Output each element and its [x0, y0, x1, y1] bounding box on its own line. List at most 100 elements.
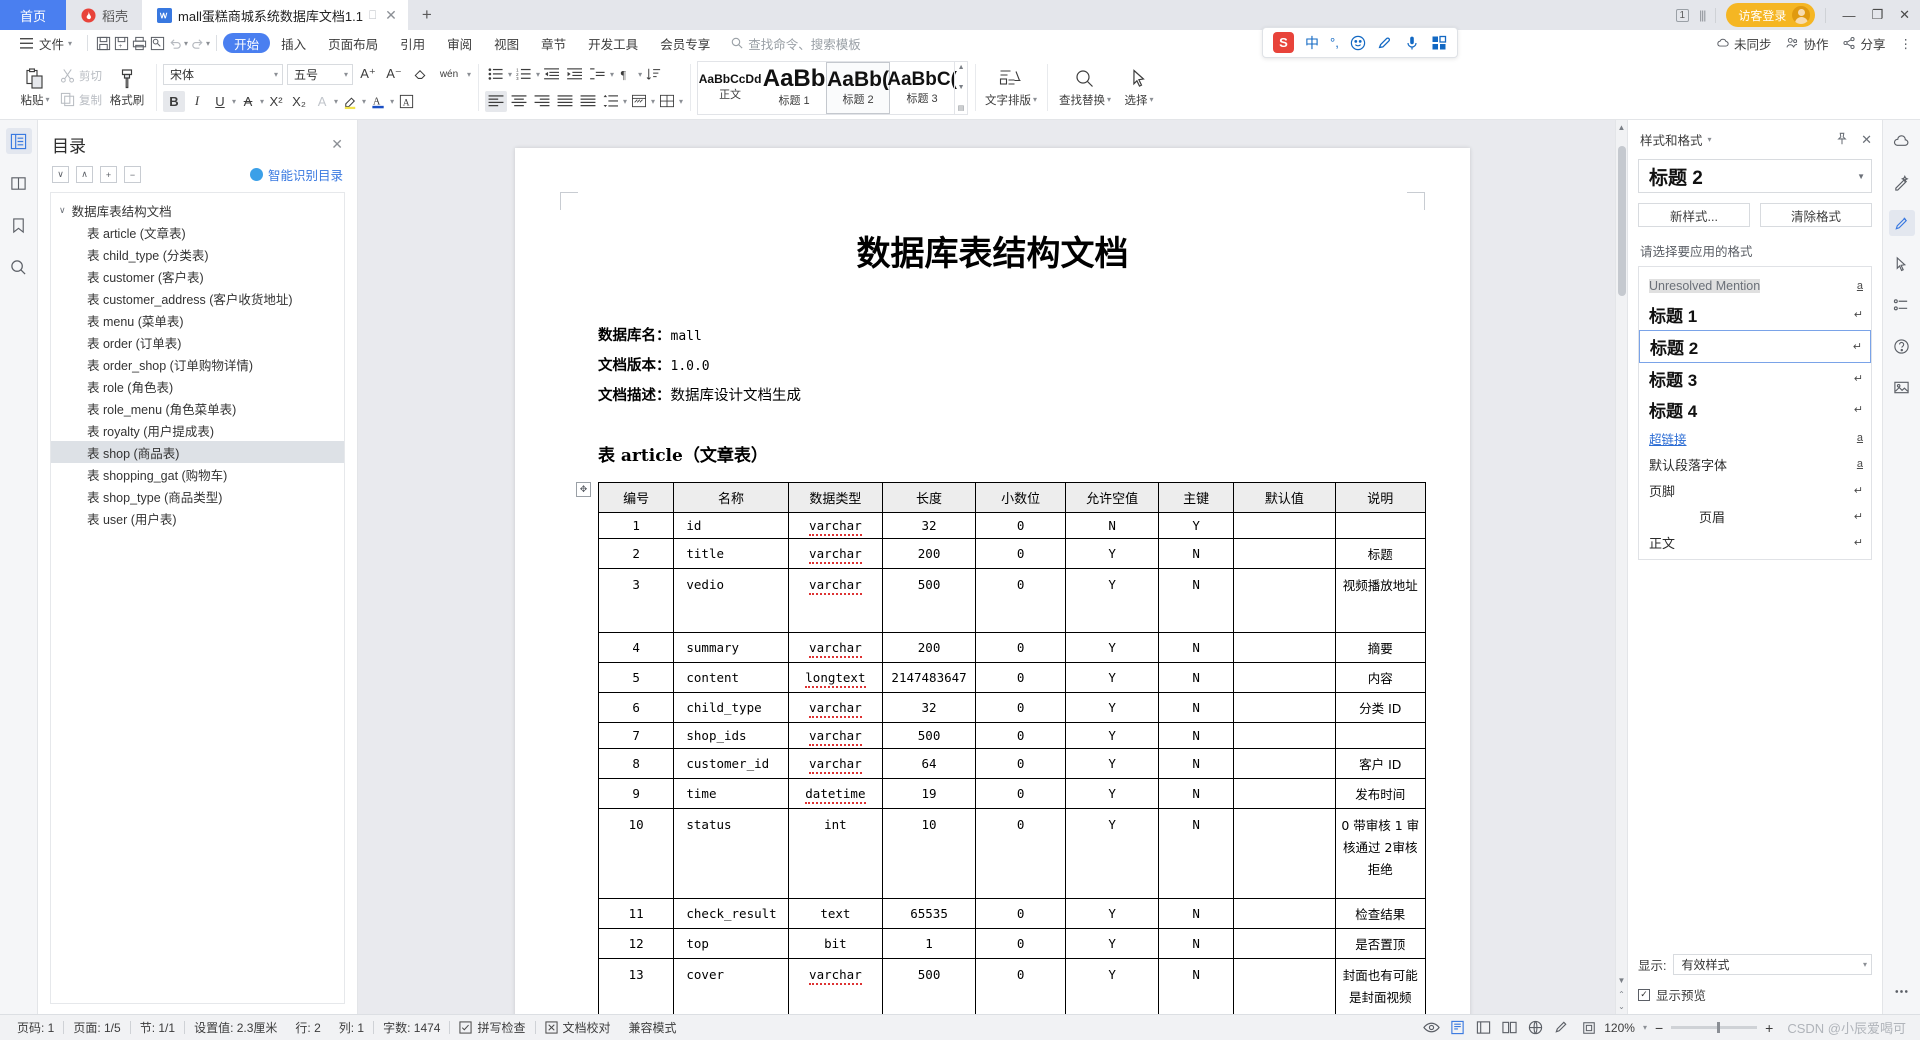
- paste-button[interactable]: 粘贴 ▾: [13, 60, 57, 116]
- sync-status-button[interactable]: 未同步: [1716, 34, 1771, 53]
- table-row[interactable]: 4 summary varchar 200 0 Y N 摘要: [597, 632, 1426, 663]
- chevron-down-icon[interactable]: ▾: [334, 97, 338, 106]
- multilevel-list-button[interactable]: [587, 64, 609, 85]
- search-icon[interactable]: [6, 254, 32, 280]
- subscript-button[interactable]: X₂: [288, 91, 310, 112]
- home-tab[interactable]: 首页: [0, 0, 66, 30]
- chevron-down-icon[interactable]: ▾: [508, 70, 512, 79]
- status-proofread[interactable]: 文档校对: [536, 1019, 620, 1036]
- zoom-in-button[interactable]: +: [1765, 1020, 1773, 1036]
- expand-plus-icon[interactable]: +: [100, 166, 117, 183]
- outline-item[interactable]: 表 article (文章表): [51, 221, 344, 243]
- style-item-heading1[interactable]: AaBb 标题 1: [762, 62, 826, 114]
- line-spacing-button[interactable]: [600, 91, 622, 112]
- tab-page-layout[interactable]: 页面布局: [317, 33, 389, 53]
- scroll-up-icon[interactable]: ▲: [958, 64, 965, 71]
- clear-format-icon[interactable]: [409, 64, 431, 85]
- outline-item-selected[interactable]: 表 shop (商品表): [51, 441, 344, 463]
- redo-icon[interactable]: [188, 34, 206, 52]
- tab-review[interactable]: 审阅: [436, 33, 483, 53]
- outline-item[interactable]: 表 user (用户表): [51, 507, 344, 529]
- format-painter-button[interactable]: 格式刷: [105, 60, 149, 116]
- tab-insert[interactable]: 插入: [270, 33, 317, 53]
- outline-item[interactable]: 表 shop_type (商品类型): [51, 485, 344, 507]
- save-icon[interactable]: [94, 34, 112, 52]
- zoom-fit-icon[interactable]: [1582, 1021, 1596, 1035]
- bullet-list-button[interactable]: [485, 64, 507, 85]
- collapse-minus-icon[interactable]: −: [124, 166, 141, 183]
- find-replace-button[interactable]: 查找替换 ▾: [1054, 60, 1116, 116]
- style-item-heading3[interactable]: AaBbC( 标题 3: [887, 62, 957, 114]
- underline-button[interactable]: U: [209, 91, 231, 112]
- style-list-item-heading3[interactable]: 标题 3 ↵: [1639, 363, 1871, 394]
- new-style-button[interactable]: 新样式...: [1638, 203, 1750, 227]
- chevron-down-icon[interactable]: ▾: [467, 70, 471, 79]
- punctuation-icon[interactable]: °,: [1330, 35, 1339, 50]
- status-page-count[interactable]: 页面: 1/5: [64, 1019, 129, 1036]
- list-view-icon[interactable]: [1470, 1020, 1496, 1035]
- text-typeset-button[interactable]: 文字排版 ▾: [982, 60, 1040, 116]
- decrease-indent-button[interactable]: [541, 64, 563, 85]
- database-schema-table[interactable]: 编号 名称 数据类型 长度 小数位 允许空值 主键 默认值 说明 1 id va…: [597, 482, 1426, 1014]
- outline-item[interactable]: 表 customer (客户表): [51, 265, 344, 287]
- minimize-button[interactable]: —: [1842, 8, 1855, 23]
- table-row[interactable]: 1 id varchar 32 0 N Y: [597, 512, 1426, 539]
- document-vertical-scrollbar[interactable]: ▲ ▼ ⌃ ⌄: [1615, 120, 1627, 1014]
- style-list-item-header[interactable]: 页眉 ↵: [1639, 503, 1871, 529]
- styles-list[interactable]: Unresolved Mention a 标题 1 ↵ 标题 2 ↵ 标题 3 …: [1638, 266, 1872, 560]
- table-row[interactable]: 3 vedio varchar 500 0 Y N 视频播放地址: [597, 568, 1426, 633]
- chevron-down-icon[interactable]: ▾: [260, 97, 264, 106]
- table-row[interactable]: 13 cover varchar 500 0 Y N 封面也有可能是封面视频: [597, 958, 1426, 1014]
- style-gallery-scroll[interactable]: ▲ ▼ ▤: [954, 61, 967, 114]
- collaborate-button[interactable]: 协作: [1785, 34, 1828, 53]
- style-item-heading2[interactable]: AaBb( 标题 2: [826, 61, 891, 114]
- status-setting-value[interactable]: 设置值: 2.3厘米: [185, 1019, 286, 1036]
- zoom-control[interactable]: 120% ▾ − +: [1574, 1020, 1781, 1036]
- status-page-number[interactable]: 页码: 1: [8, 1019, 63, 1036]
- outline-item[interactable]: 表 shopping_gat (购物车): [51, 463, 344, 485]
- zoom-out-button[interactable]: −: [1655, 1020, 1663, 1036]
- increase-indent-button[interactable]: [564, 64, 586, 85]
- table-row[interactable]: 12 top bit 1 0 Y N 是否置顶: [597, 928, 1426, 959]
- cloud-icon[interactable]: [1889, 128, 1915, 154]
- ime-mode-button[interactable]: 中: [1305, 33, 1319, 53]
- tab-docer[interactable]: 稻壳: [66, 0, 142, 30]
- outline-item[interactable]: 表 role_menu (角色菜单表): [51, 397, 344, 419]
- superscript-button[interactable]: X²: [265, 91, 287, 112]
- tab-member[interactable]: 会员专享: [649, 33, 721, 53]
- chevron-down-icon[interactable]: ▾: [1643, 1023, 1647, 1032]
- font-family-select[interactable]: 宋体 ▾: [163, 63, 283, 85]
- character-shading-button[interactable]: A: [395, 91, 417, 112]
- close-icon[interactable]: ✕: [331, 136, 343, 153]
- outline-panel-icon[interactable]: [5, 128, 32, 154]
- file-menu-button[interactable]: 文件 ▾: [8, 32, 81, 54]
- ink-icon[interactable]: [1377, 35, 1393, 51]
- sort-button[interactable]: [643, 64, 665, 85]
- style-item-body[interactable]: AaBbCcDd 正文: [698, 62, 762, 114]
- chevron-down-icon[interactable]: ▾: [1708, 135, 1712, 144]
- shading-button[interactable]: [628, 91, 650, 112]
- table-move-handle[interactable]: ✥: [576, 482, 591, 497]
- table-row[interactable]: 8 customer_id varchar 64 0 Y N 客户 ID: [597, 748, 1426, 779]
- table-row[interactable]: 9 time datetime 19 0 Y N 发布时间: [597, 778, 1426, 809]
- page-view-icon[interactable]: [1444, 1020, 1470, 1035]
- outline-item[interactable]: 表 order_shop (订单购物详情): [51, 353, 344, 375]
- italic-button[interactable]: I: [186, 91, 208, 112]
- outline-item[interactable]: 表 child_type (分类表): [51, 243, 344, 265]
- outline-item[interactable]: 表 royalty (用户提成表): [51, 419, 344, 441]
- clear-format-button[interactable]: 清除格式: [1760, 203, 1872, 227]
- smart-outline-button[interactable]: 智能识别目录: [249, 165, 343, 184]
- outline-list[interactable]: ∨ 数据库表结构文档 表 article (文章表) 表 child_type …: [50, 192, 345, 1004]
- edit-icon[interactable]: [1548, 1020, 1574, 1035]
- borders-button[interactable]: [656, 91, 678, 112]
- character-border-button[interactable]: A: [311, 91, 333, 112]
- more-options-icon[interactable]: ⋮: [1900, 36, 1913, 51]
- outline-root-item[interactable]: ∨ 数据库表结构文档: [51, 199, 344, 221]
- status-compatibility-mode[interactable]: 兼容模式: [620, 1019, 686, 1036]
- more-icon[interactable]: [1889, 978, 1915, 1004]
- document-canvas[interactable]: 数据库表结构文档 数据库名：mall 文档版本：1.0.0 文档描述：数据库设计…: [358, 120, 1627, 1014]
- expand-gallery-icon[interactable]: ▤: [958, 104, 965, 112]
- share-button[interactable]: 分享: [1842, 34, 1886, 53]
- tab-section[interactable]: 章节: [530, 33, 577, 53]
- tab-close-icon[interactable]: ✕: [382, 7, 400, 24]
